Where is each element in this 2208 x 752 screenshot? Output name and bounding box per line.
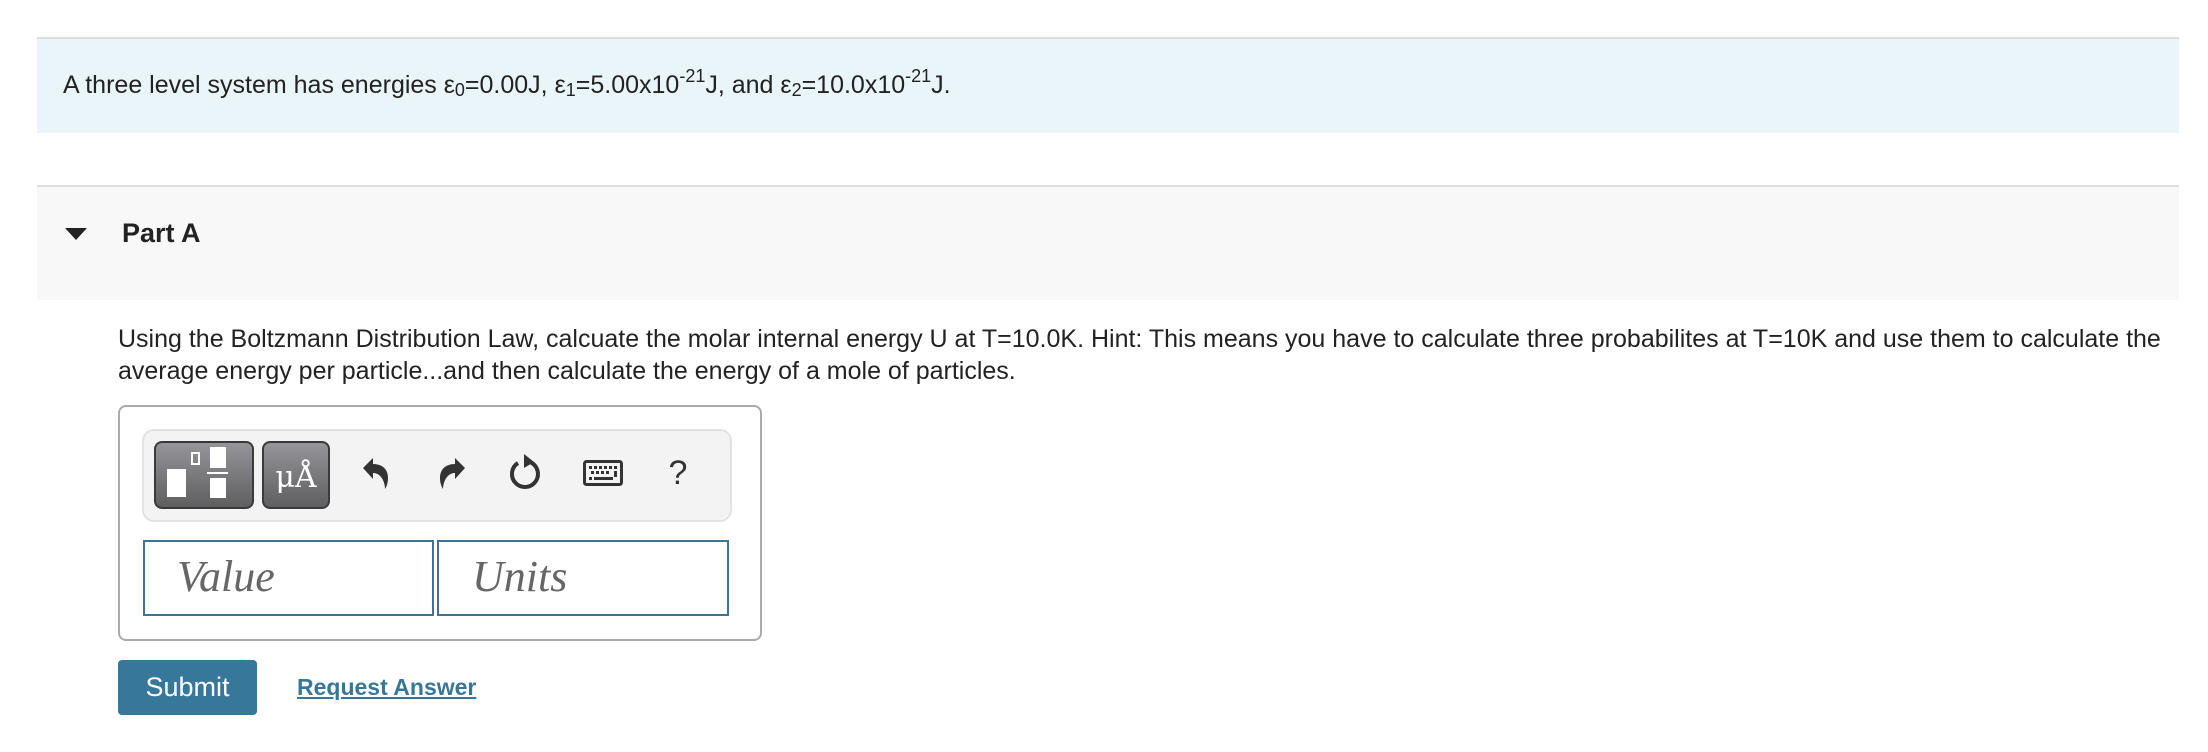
intro-prefix: A three level system has energies: [63, 71, 444, 99]
epsilon-1: ε: [554, 71, 566, 99]
submit-button[interactable]: Submit: [118, 660, 257, 715]
problem-intro: A three level system has energies ε0=0.0…: [37, 37, 2179, 133]
help-button[interactable]: ?: [656, 451, 700, 495]
units-button-label: μÅ: [275, 460, 317, 495]
keyboard-button[interactable]: [581, 451, 625, 495]
reset-button[interactable]: [504, 451, 548, 495]
units-input[interactable]: Units: [437, 540, 729, 616]
epsilon-2-subscript: 2: [791, 80, 802, 100]
epsilon-2-value: =10.0x10: [801, 71, 906, 99]
epsilon-2-exponent: -21: [905, 66, 932, 86]
redo-button[interactable]: [430, 451, 474, 495]
epsilon-1-value: =5.00x10: [575, 71, 680, 99]
epsilon-1-exponent: -21: [679, 66, 706, 86]
question-text: Using the Boltzmann Distribution Law, ca…: [118, 325, 2161, 385]
redo-icon: [440, 458, 465, 489]
epsilon-1-unit: J, and: [705, 71, 781, 99]
templates-button[interactable]: [154, 441, 254, 509]
epsilon-2: ε: [780, 71, 792, 99]
epsilon-2-unit: J.: [931, 71, 951, 99]
epsilon-0-subscript: 0: [454, 80, 465, 100]
reset-icon: [510, 454, 540, 489]
undo-icon: [363, 458, 388, 489]
epsilon-0: ε: [443, 71, 455, 99]
collapse-caret-icon[interactable]: [65, 228, 87, 240]
answer-box: μÅ ? Value Units: [118, 405, 762, 641]
epsilon-0-value: =0.00J,: [464, 71, 555, 99]
keyboard-icon: [583, 460, 623, 486]
undo-button[interactable]: [354, 451, 398, 495]
math-toolbar: μÅ ?: [142, 429, 732, 522]
units-button[interactable]: μÅ: [262, 441, 330, 509]
part-title: Part A: [122, 218, 201, 248]
problem-statement: A three level system has energies ε0=0.0…: [63, 66, 951, 101]
part-a-header[interactable]: Part A: [37, 185, 2179, 300]
epsilon-1-subscript: 1: [565, 80, 576, 100]
value-input[interactable]: Value: [143, 540, 434, 616]
request-answer-link[interactable]: Request Answer: [297, 674, 476, 701]
